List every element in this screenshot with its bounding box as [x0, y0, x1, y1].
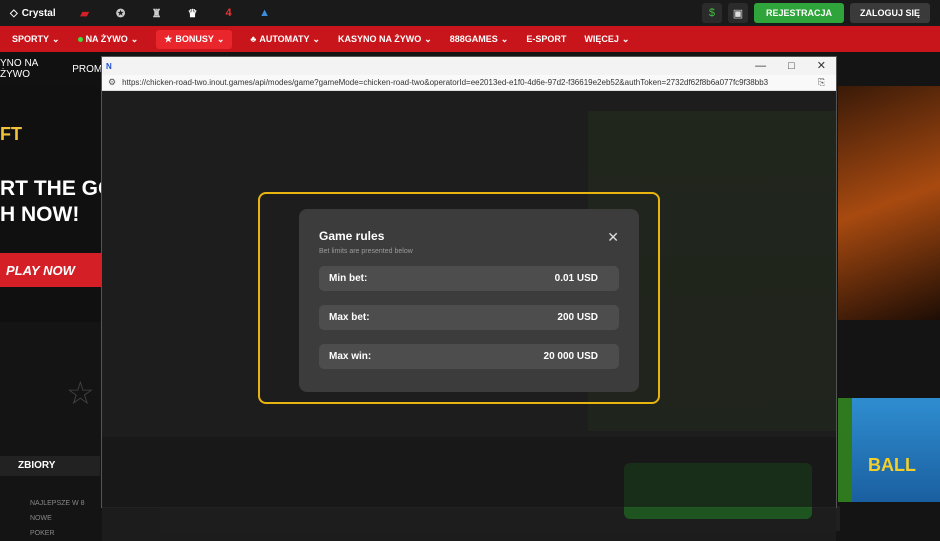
- nav-label: E-SPORT: [526, 34, 567, 44]
- live-dot-icon: [77, 36, 83, 42]
- league-logo-1[interactable]: ▰: [76, 6, 94, 20]
- maximize-icon[interactable]: □: [788, 61, 795, 72]
- chevron-down-icon: ⌄: [52, 33, 60, 44]
- nav-label: 888GAMES: [449, 34, 498, 44]
- nav-bonuses[interactable]: ★ BONUSY ⌄: [156, 29, 233, 49]
- nav-label: WIĘCEJ: [584, 34, 619, 44]
- champions-league-logo[interactable]: ✪: [112, 6, 130, 20]
- close-icon[interactable]: ✕: [607, 230, 619, 244]
- gift-icon[interactable]: ▣: [727, 3, 748, 23]
- banner-brand: FT: [0, 124, 22, 144]
- chevron-down-icon: ⌄: [424, 33, 432, 44]
- list-item[interactable]: NAJLEPSZE W 8: [30, 496, 84, 511]
- serie-a-logo[interactable]: ▲: [256, 6, 274, 20]
- list-item[interactable]: POKER: [30, 526, 84, 541]
- main-nav: SPORTY ⌄ NA ŻYWO ⌄ ★ BONUSY ⌄ ♣ AUTOMATY ⌄ KAS…: [0, 26, 940, 52]
- chevron-down-icon: ⌄: [312, 33, 321, 44]
- rule-row-max-bet: Max bet: 200 USD: [319, 305, 619, 330]
- nav-888games[interactable]: 888GAMES ⌄: [450, 34, 509, 45]
- rule-label: Max win:: [329, 351, 372, 362]
- nav-label: SPORTY: [12, 34, 50, 44]
- rule-value: 0.01 USD: [554, 273, 598, 284]
- game-thumbnail[interactable]: [838, 398, 852, 502]
- game-thumbnail-balloon[interactable]: [852, 398, 940, 502]
- brand-logo[interactable]: ◇ Crystal: [10, 8, 56, 19]
- promo-banner-right[interactable]: [838, 86, 940, 320]
- dollar-icon[interactable]: $: [701, 3, 722, 23]
- nav-label: AUTOMATY: [259, 34, 310, 44]
- rule-row-max-win: Max win: 20 000 USD: [319, 344, 619, 369]
- url-text[interactable]: https://chicken-road-two.inout.games/api…: [122, 78, 812, 87]
- collections-list: NAJLEPSZE W 8 NOWE POKER: [30, 496, 84, 541]
- star-icon[interactable]: ☆: [66, 374, 100, 411]
- star-icon: ★: [164, 33, 173, 44]
- list-item[interactable]: NOWE: [30, 511, 84, 526]
- nav-live-casino[interactable]: KASYNO NA ŻYWO ⌄: [338, 34, 432, 45]
- modal-subtitle: Bet limits are presented below: [319, 248, 413, 255]
- window-controls: — □ ✕: [755, 61, 836, 72]
- diamond-icon: ◇: [10, 7, 18, 19]
- banner-headline-2: H NOW!: [0, 203, 80, 226]
- rule-label: Min bet:: [329, 273, 368, 284]
- subnav-live-casino[interactable]: YNO NA ŻYWO: [0, 58, 64, 80]
- minimize-icon[interactable]: —: [755, 61, 766, 72]
- nav-live[interactable]: NA ŻYWO ⌄: [77, 33, 139, 45]
- chevron-down-icon: ⌄: [621, 33, 630, 44]
- translate-icon[interactable]: ⎘: [818, 77, 825, 88]
- address-bar[interactable]: ⚙ https://chicken-road-two.inout.games/a…: [102, 75, 836, 91]
- league-logos: ▰ ✪ ♜ ♛ 4 ▲: [76, 6, 274, 20]
- rule-value: 200 USD: [557, 312, 598, 323]
- brand-name: Crystal: [21, 7, 56, 19]
- rule-value: 20 000 USD: [543, 351, 598, 362]
- rule-row-min-bet: Min bet: 0.01 USD: [319, 266, 619, 291]
- chevron-down-icon: ⌄: [500, 33, 509, 44]
- game-thumbnail-title: BALL: [868, 455, 916, 475]
- chevron-down-icon: ⌄: [216, 33, 225, 44]
- site-top-bar: ◇ Crystal ▰ ✪ ♜ ♛ 4 ▲ $ ▣ REJESTRACJA ZA…: [0, 0, 940, 26]
- nav-slots[interactable]: ♣ AUTOMATY ⌄: [250, 34, 320, 45]
- login-button[interactable]: ZALOGUJ SIĘ: [849, 3, 930, 23]
- nav-esport[interactable]: E-SPORT: [526, 34, 566, 44]
- rules-list: Min bet: 0.01 USD Max bet: 200 USD Max w…: [319, 266, 619, 369]
- site-favicon-icon: N: [106, 61, 112, 71]
- collections-header: ZBIORY: [0, 456, 100, 476]
- modal-title: Game rules: [319, 229, 385, 243]
- europa-league-logo[interactable]: ♜: [148, 6, 166, 20]
- nav-more[interactable]: WIĘCEJ ⌄: [584, 34, 629, 45]
- nav-label: NA ŻYWO: [85, 34, 128, 44]
- premier-league-logo[interactable]: ♛: [184, 6, 202, 20]
- site-info-icon[interactable]: ⚙: [108, 77, 116, 88]
- register-button[interactable]: REJESTRACJA: [753, 3, 844, 23]
- chevron-down-icon: ⌄: [130, 33, 139, 44]
- rule-label: Max bet:: [329, 312, 370, 323]
- nav-sports[interactable]: SPORTY ⌄: [12, 34, 60, 45]
- close-icon[interactable]: ✕: [817, 61, 826, 72]
- nav-label: KASYNO NA ŻYWO: [338, 34, 422, 44]
- play-now-button[interactable]: PLAY NOW: [0, 253, 106, 287]
- cherry-icon: ♣: [250, 34, 257, 44]
- banner-headline-1: RT THE GO: [0, 177, 102, 200]
- account-actions: $ ▣ REJESTRACJA ZALOGUJ SIĘ: [701, 3, 930, 23]
- window-titlebar[interactable]: N — □ ✕: [102, 57, 836, 75]
- sub-nav: YNO NA ŻYWO PROMO: [0, 52, 110, 86]
- nav-label: BONUSY: [175, 34, 214, 44]
- game-rules-modal: Game rules Bet limits are presented belo…: [299, 209, 639, 392]
- laliga-logo[interactable]: 4: [220, 6, 238, 20]
